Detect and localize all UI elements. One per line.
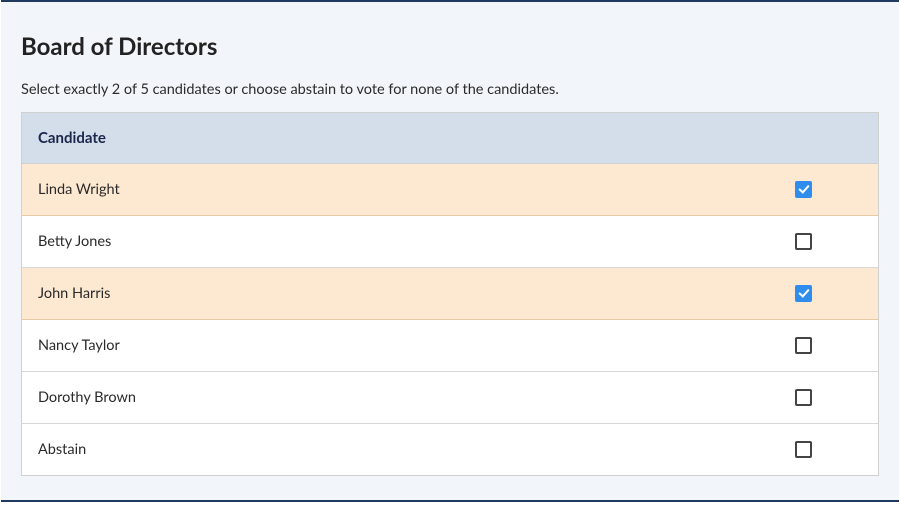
candidate-row[interactable]: Dorothy Brown (22, 372, 878, 424)
candidate-table: Candidate Linda Wright Betty Jones John Ha… (21, 112, 879, 476)
candidate-name: Dorothy Brown (38, 389, 795, 406)
candidate-checkbox[interactable] (795, 441, 812, 458)
candidate-row[interactable]: Nancy Taylor (22, 320, 878, 372)
candidate-row[interactable]: Linda Wright (22, 164, 878, 216)
candidate-name: Betty Jones (38, 233, 795, 250)
candidate-row[interactable]: Betty Jones (22, 216, 878, 268)
candidate-checkbox[interactable] (795, 337, 812, 354)
candidate-name: Abstain (38, 441, 795, 458)
column-header-candidate: Candidate (22, 113, 878, 164)
candidate-row[interactable]: John Harris (22, 268, 878, 320)
candidate-checkbox[interactable] (795, 285, 812, 302)
candidate-name: Linda Wright (38, 181, 795, 198)
candidate-name: John Harris (38, 285, 795, 302)
candidate-checkbox[interactable] (795, 181, 812, 198)
ballot-instructions: Select exactly 2 of 5 candidates or choo… (21, 81, 879, 98)
ballot-card: Board of Directors Select exactly 2 of 5… (1, 0, 899, 502)
candidate-checkbox[interactable] (795, 233, 812, 250)
candidate-rows: Linda Wright Betty Jones John Harris Nancy … (22, 164, 878, 475)
candidate-checkbox[interactable] (795, 389, 812, 406)
candidate-row[interactable]: Abstain (22, 424, 878, 475)
candidate-name: Nancy Taylor (38, 337, 795, 354)
ballot-title: Board of Directors (21, 32, 879, 61)
